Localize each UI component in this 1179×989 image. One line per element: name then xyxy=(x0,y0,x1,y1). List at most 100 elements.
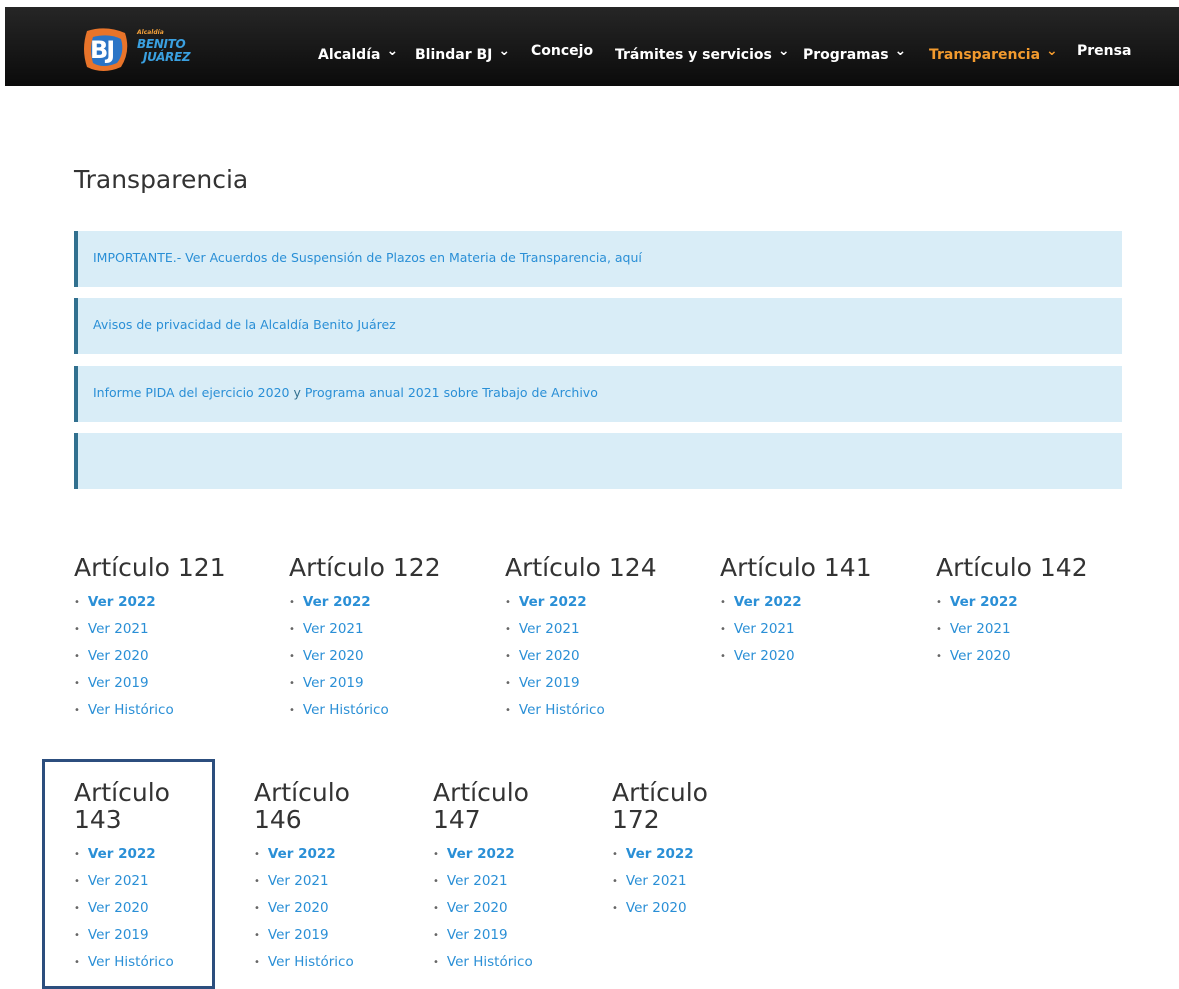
notice-link[interactable]: IMPORTANTE.- Ver Acuerdos de Suspensión … xyxy=(93,250,642,265)
bullet-icon: • xyxy=(254,957,260,968)
article-link[interactable]: • Ver 2022 xyxy=(612,841,694,868)
bullet-icon: • xyxy=(433,876,439,887)
article-title: Artículo 146 xyxy=(254,778,350,834)
article-link-label: Ver Histórico xyxy=(518,702,605,718)
article-link[interactable]: • Ver Histórico xyxy=(254,949,354,976)
notice-plain-text: y xyxy=(289,385,305,400)
article-link-label: Ver 2020 xyxy=(302,648,364,664)
article-link[interactable]: • Ver 2021 xyxy=(254,868,354,895)
article-link-label: Ver Histórico xyxy=(302,702,389,718)
article-link[interactable]: • Ver 2019 xyxy=(254,922,354,949)
article-link-label: Ver 2019 xyxy=(87,675,149,691)
article-link-label: Ver 2020 xyxy=(733,648,795,664)
article-title: Artículo 172 xyxy=(612,778,708,834)
bullet-icon: • xyxy=(74,705,80,716)
article-link[interactable]: • Ver 2021 xyxy=(720,616,802,643)
article-block: Artículo 146 • Ver 2022 • Ver 2021 • Ver 2020 •… xyxy=(254,778,364,970)
article-link[interactable]: • Ver 2021 xyxy=(74,616,174,643)
notice-link[interactable]: Informe PIDA del ejercicio 2020 xyxy=(93,385,289,400)
notice-link[interactable]: Programa anual 2021 sobre Trabajo de Arc… xyxy=(305,385,598,400)
article-link-label: Ver 2021 xyxy=(87,621,149,637)
article-link[interactable]: • Ver 2022 xyxy=(74,589,174,616)
article-link[interactable]: • Ver 2022 xyxy=(433,841,533,868)
article-link-label: Ver Histórico xyxy=(87,702,174,718)
article-link[interactable]: • Ver Histórico xyxy=(505,697,605,724)
article-link-label: Ver 2021 xyxy=(733,621,795,637)
chevron-down-icon: ⌄ xyxy=(386,43,399,59)
article-link[interactable]: • Ver 2020 xyxy=(289,643,389,670)
notice-link[interactable]: Avisos de privacidad de la Alcaldía Beni… xyxy=(93,317,396,332)
nav-item-trámites-y-servicios[interactable]: Trámites y servicios ⌄ xyxy=(615,43,790,63)
article-link[interactable]: • Ver 2021 xyxy=(289,616,389,643)
article-link-label: Ver 2021 xyxy=(949,621,1011,637)
article-link[interactable]: • Ver 2020 xyxy=(74,643,174,670)
bullet-icon: • xyxy=(74,678,80,689)
bullet-icon: • xyxy=(936,624,942,635)
article-link[interactable]: • Ver 2021 xyxy=(433,868,533,895)
nav-item-label: Programas xyxy=(803,47,889,63)
article-link[interactable]: • Ver Histórico xyxy=(289,697,389,724)
article-link[interactable]: • Ver 2022 xyxy=(289,589,389,616)
article-link[interactable]: • Ver 2020 xyxy=(612,895,694,922)
article-link[interactable]: • Ver 2022 xyxy=(936,589,1018,616)
article-link[interactable]: • Ver 2021 xyxy=(612,868,694,895)
article-link-label: Ver 2022 xyxy=(733,594,802,610)
nav-item-label: Transparencia xyxy=(929,47,1041,63)
bullet-icon: • xyxy=(505,705,511,716)
article-title: Artículo 124 xyxy=(505,553,657,582)
nav-item-concejo[interactable]: Concejo xyxy=(531,43,593,59)
article-link[interactable]: • Ver 2021 xyxy=(936,616,1018,643)
article-link[interactable]: • Ver 2022 xyxy=(720,589,802,616)
article-link[interactable]: • Ver 2019 xyxy=(289,670,389,697)
bullet-icon: • xyxy=(254,876,260,887)
notice-text: Informe PIDA del ejercicio 2020 y Progra… xyxy=(93,385,598,400)
article-link[interactable]: • Ver 2020 xyxy=(433,895,533,922)
bullet-icon: • xyxy=(289,597,295,608)
nav-item-prensa[interactable]: Prensa xyxy=(1077,43,1131,59)
article-link[interactable]: • Ver 2020 xyxy=(720,643,802,670)
article-link[interactable]: • Ver 2019 xyxy=(505,670,605,697)
nav-item-programas[interactable]: Programas ⌄ xyxy=(803,43,906,63)
article-link[interactable]: • Ver 2019 xyxy=(433,922,533,949)
article-title: Artículo 147 xyxy=(433,778,529,834)
article-link[interactable]: • Ver 2021 xyxy=(505,616,605,643)
bullet-icon: • xyxy=(433,903,439,914)
article-link[interactable]: • Ver Histórico xyxy=(433,949,533,976)
notice-text: Avisos de privacidad de la Alcaldía Beni… xyxy=(93,317,396,332)
article-link-label: Ver 2021 xyxy=(518,621,580,637)
alcaldia-logo[interactable]: BJ Alcaldía BENITO JUÁREZ xyxy=(81,27,193,75)
logo-line-1: BENITO xyxy=(137,37,186,51)
article-link[interactable]: • Ver 2022 xyxy=(505,589,605,616)
bullet-icon: • xyxy=(505,651,511,662)
chevron-down-icon: ⌄ xyxy=(777,43,790,59)
bullet-icon: • xyxy=(289,624,295,635)
article-link[interactable]: • Ver Histórico xyxy=(74,697,174,724)
bullet-icon: • xyxy=(612,849,618,860)
nav-item-blindar-bj[interactable]: Blindar BJ ⌄ xyxy=(415,43,510,63)
bullet-icon: • xyxy=(433,849,439,860)
article-block: Artículo 142 • Ver 2022 • Ver 2021 • Ver 2020 xyxy=(936,554,1136,664)
nav-item-label: Alcaldía xyxy=(318,47,381,63)
article-link[interactable]: • Ver 2020 xyxy=(936,643,1018,670)
nav-item-alcaldía[interactable]: Alcaldía ⌄ xyxy=(318,43,398,63)
article-links: • Ver 2022 • Ver 2021 • Ver 2020 • Ver 2019 • Ver… xyxy=(505,589,605,724)
article-title: Artículo 141 xyxy=(720,553,872,582)
article-links: • Ver 2022 • Ver 2021 • Ver 2020 xyxy=(936,589,1018,670)
article-link-label: Ver 2019 xyxy=(302,675,364,691)
article-link[interactable]: • Ver 2019 xyxy=(74,670,174,697)
article-links: • Ver 2022 • Ver 2021 • Ver 2020 • Ver 2019 • Ver… xyxy=(433,841,533,976)
nav-item-transparencia[interactable]: Transparencia ⌄ xyxy=(929,43,1058,63)
article-link[interactable]: • Ver 2020 xyxy=(505,643,605,670)
article-link-label: Ver 2022 xyxy=(87,594,156,610)
page-title: Transparencia xyxy=(74,165,249,194)
bullet-icon: • xyxy=(254,849,260,860)
bullet-icon: • xyxy=(433,957,439,968)
notice-box: IMPORTANTE.- Ver Acuerdos de Suspensión … xyxy=(74,231,1122,287)
article-link[interactable]: • Ver 2022 xyxy=(254,841,354,868)
bullet-icon: • xyxy=(505,597,511,608)
bullet-icon: • xyxy=(74,624,80,635)
top-navigation-bar: BJ Alcaldía BENITO JUÁREZ Alcaldía ⌄ Blind… xyxy=(5,7,1179,86)
article-links: • Ver 2022 • Ver 2021 • Ver 2020 • Ver 2019 • Ver… xyxy=(74,589,174,724)
article-link[interactable]: • Ver 2020 xyxy=(254,895,354,922)
article-link-label: Ver 2020 xyxy=(87,648,149,664)
